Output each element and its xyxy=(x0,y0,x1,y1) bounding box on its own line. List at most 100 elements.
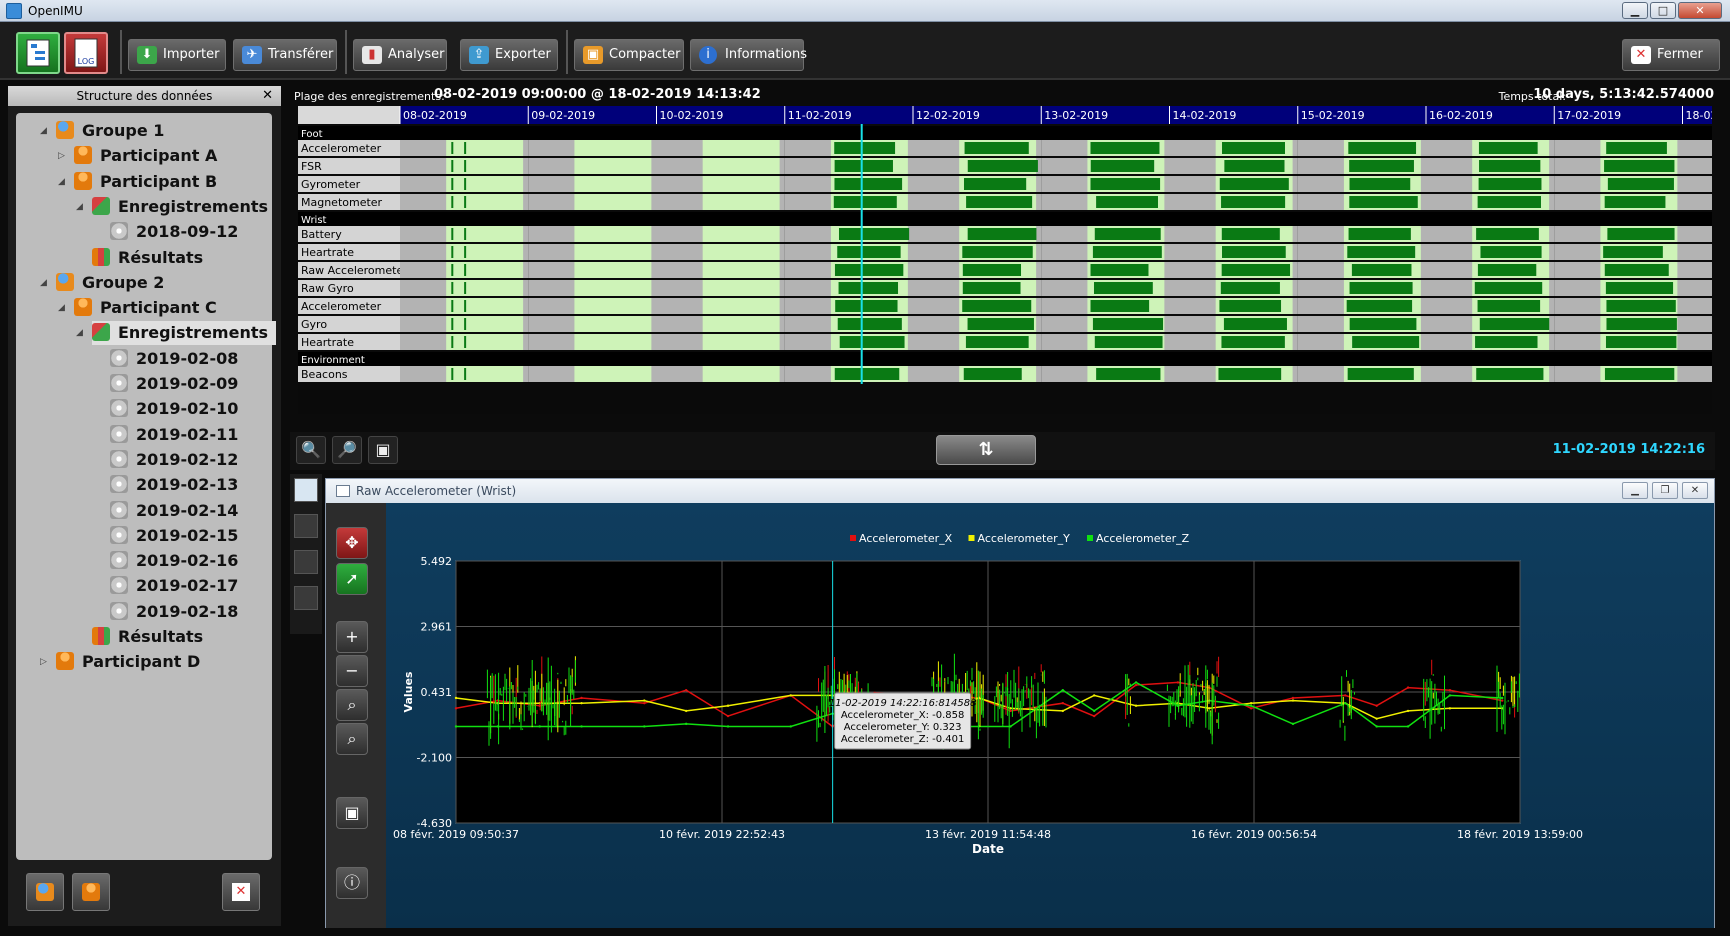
graph-tab-icon[interactable] xyxy=(294,478,318,502)
night-band xyxy=(1682,140,1712,156)
tree-item[interactable]: 2019-02-16 xyxy=(110,549,238,573)
collapsed-arrow-icon[interactable]: ▷ xyxy=(58,144,65,168)
toggle-view-button[interactable]: ⇅ xyxy=(936,435,1036,465)
tree-item[interactable]: 2019-02-13 xyxy=(110,473,238,497)
collapsed-arrow-icon[interactable]: ▷ xyxy=(40,650,47,674)
tree-item[interactable]: ◢ Enregistrements xyxy=(76,195,268,219)
tile-icon[interactable] xyxy=(294,586,318,610)
data-point xyxy=(726,725,730,728)
activity-bar xyxy=(963,178,1027,190)
select-cursor-icon[interactable]: ➚ xyxy=(336,563,368,595)
zoom-x-icon[interactable]: ⌕ xyxy=(336,689,368,721)
tree-item[interactable]: 2019-02-10 xyxy=(110,397,238,421)
graph-minimize-button[interactable]: ▁ xyxy=(1622,482,1648,499)
tree-item[interactable]: 2019-02-12 xyxy=(110,448,238,472)
tree-item[interactable]: ◢ Enregistrements xyxy=(76,321,276,346)
maximize-button[interactable]: □ xyxy=(1650,2,1676,19)
fit-view-icon[interactable]: ▣ xyxy=(368,436,398,464)
activity-bar xyxy=(1093,282,1153,294)
data-point xyxy=(1501,696,1504,700)
timeline-header-corner xyxy=(298,106,400,124)
delete-button[interactable]: ✕ xyxy=(222,873,260,911)
x-tick-label: 16 févr. 2019 00:56:54 xyxy=(1191,828,1317,841)
zoom-y-icon[interactable]: ⌕ xyxy=(336,723,368,755)
activity-bar xyxy=(464,264,467,276)
main-toolbar: LOG ⬇ Importer ✈ Transférer ▮ Analyser ⇪ Exp… xyxy=(0,22,1730,80)
close-panel-icon[interactable]: ✕ xyxy=(262,86,273,106)
add-group-button[interactable] xyxy=(26,873,64,911)
database-view-button[interactable] xyxy=(16,32,60,74)
export-button[interactable]: ⇪ Exporter xyxy=(460,39,558,71)
tree-item[interactable]: 2019-02-14 xyxy=(110,499,238,523)
day-band xyxy=(702,262,780,278)
activity-bar xyxy=(1218,368,1282,380)
graph-close-button[interactable]: ✕ xyxy=(1682,482,1708,499)
split-horizontal-icon[interactable] xyxy=(294,550,318,574)
zoom-in-icon[interactable]: 🔍 xyxy=(296,436,326,464)
expanded-arrow-icon[interactable]: ◢ xyxy=(58,296,65,320)
close-window-button[interactable]: ✕ xyxy=(1678,2,1722,19)
tree-item[interactable]: ▷ Participant D xyxy=(40,650,200,674)
zoom-out-icon[interactable]: 🔎 xyxy=(332,436,362,464)
expanded-arrow-icon[interactable]: ◢ xyxy=(76,195,83,219)
tree-item[interactable]: Résultats xyxy=(92,246,203,270)
legend-label: Accelerometer_Y xyxy=(978,532,1071,545)
recordings-icon xyxy=(92,196,110,215)
panel-title: Structure des données xyxy=(76,89,213,103)
tree-item[interactable]: 2019-02-11 xyxy=(110,423,238,447)
section-header xyxy=(298,352,1712,366)
graph-info-icon[interactable]: ⓘ xyxy=(336,867,368,899)
tree-item[interactable]: ◢ Participant C xyxy=(58,296,217,320)
zoom-out-graph-icon[interactable]: − xyxy=(336,655,368,687)
transfer-button[interactable]: ✈ Transférer xyxy=(233,39,337,71)
tree-item[interactable]: Résultats xyxy=(92,625,203,649)
tree-item[interactable]: 2019-02-18 xyxy=(110,600,238,624)
tree-item[interactable]: ▷ Participant A xyxy=(58,144,217,168)
night-band xyxy=(1682,158,1712,174)
split-vertical-icon[interactable] xyxy=(294,514,318,538)
log-view-button[interactable]: LOG xyxy=(64,32,108,74)
data-point xyxy=(1448,689,1452,692)
minimize-button[interactable]: ▁ xyxy=(1622,2,1648,19)
expanded-arrow-icon[interactable]: ◢ xyxy=(40,119,47,143)
y-axis-label: Values xyxy=(402,671,415,712)
activity-bar xyxy=(839,336,905,348)
activity-bar xyxy=(962,246,1033,258)
expanded-arrow-icon[interactable]: ◢ xyxy=(76,321,83,345)
tree-item[interactable]: 2019-02-17 xyxy=(110,574,238,598)
information-button[interactable]: i Informations xyxy=(690,39,807,71)
graph-restore-button[interactable]: ❐ xyxy=(1652,482,1678,499)
pan-icon[interactable]: ✥ xyxy=(336,527,368,559)
night-band xyxy=(1682,334,1712,350)
disk-icon xyxy=(110,551,128,570)
activity-bar xyxy=(962,300,1032,312)
tree-item[interactable]: 2019-02-15 xyxy=(110,524,238,548)
participant-icon xyxy=(56,652,74,671)
activity-bar xyxy=(965,336,1029,348)
analyze-button[interactable]: ▮ Analyser xyxy=(353,39,447,71)
expanded-arrow-icon[interactable]: ◢ xyxy=(58,170,65,194)
compact-button[interactable]: ▣ Compacter xyxy=(574,39,684,71)
close-app-button[interactable]: ✕ Fermer xyxy=(1622,39,1720,71)
activity-bar xyxy=(1605,282,1674,294)
import-button[interactable]: ⬇ Importer xyxy=(128,39,226,71)
recordings-timeline[interactable]: 08-02-2019 09-02-2019 10-02-2019 11-02-2019… xyxy=(298,106,1712,414)
tree-item[interactable]: ◢ Groupe 2 xyxy=(40,271,164,295)
data-point xyxy=(726,704,730,707)
tree-item[interactable]: 2018-09-12 xyxy=(110,220,238,244)
add-participant-button[interactable] xyxy=(72,873,110,911)
expanded-arrow-icon[interactable]: ◢ xyxy=(40,271,47,295)
tree-item[interactable]: ◢ Groupe 1 xyxy=(40,119,164,143)
row-label: Battery xyxy=(301,228,342,241)
activity-bar xyxy=(1096,368,1161,380)
activity-bar xyxy=(451,368,454,380)
activity-bar xyxy=(1478,178,1542,190)
accelerometer-chart[interactable]: 5.4922.9610.431-2.100-4.63008 févr. 2019… xyxy=(386,503,1714,928)
recordings-icon xyxy=(92,323,110,342)
day-band xyxy=(702,226,780,242)
tree-item[interactable]: 2019-02-08 xyxy=(110,347,238,371)
tree-item[interactable]: 2019-02-09 xyxy=(110,372,238,396)
tree-item[interactable]: ◢ Participant B xyxy=(58,170,217,194)
reset-zoom-icon[interactable]: ▣ xyxy=(336,797,368,829)
zoom-in-graph-icon[interactable]: + xyxy=(336,621,368,653)
